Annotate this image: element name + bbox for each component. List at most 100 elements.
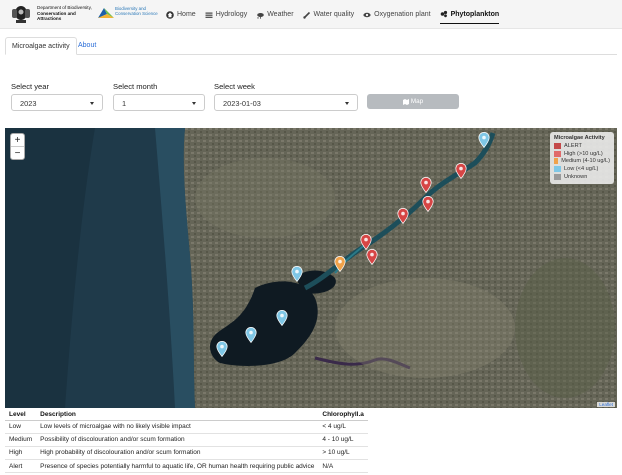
legend-swatch (554, 166, 561, 173)
hydrology-icon (205, 12, 213, 18)
chevron-down-icon (192, 102, 196, 105)
wa-government-crest-icon (12, 6, 30, 23)
nav-links: Home Hydrology Weather Water quality Oxy… (166, 0, 508, 29)
home-icon (166, 10, 174, 19)
month-select-label: Select month (113, 82, 158, 91)
nav-hydrology-label: Hydrology (215, 11, 248, 18)
phytoplankton-icon (440, 10, 447, 18)
month-select-value: 1 (122, 99, 127, 108)
map-legend: Microalgae Activity ALERT High (>10 ug/L… (550, 132, 614, 184)
map-marker-medium[interactable] (334, 256, 346, 273)
zoom-in-button[interactable]: + (11, 134, 24, 147)
nav-water-quality-label: Water quality (313, 11, 355, 18)
map-pin-icon (276, 310, 288, 327)
table-cell: N/A (318, 459, 368, 474)
table-header-description: Description (36, 409, 319, 421)
legend-swatch (554, 142, 561, 149)
tab-microalgae-activity[interactable]: Microalgae activity (5, 37, 77, 55)
weather-icon (257, 12, 265, 19)
map-pin-icon (397, 208, 409, 225)
map-button[interactable]: Map (367, 94, 459, 109)
legend-swatch (554, 174, 561, 181)
legend-item-low: Low (<4 ug/L) (554, 165, 610, 173)
legend-label: High (>10 ug/L) (564, 150, 603, 157)
year-select-value: 2023 (20, 99, 37, 108)
map-pin-icon (422, 196, 434, 213)
year-select[interactable]: 2023 (11, 94, 103, 111)
nav-hydrology[interactable]: Hydrology (205, 0, 248, 29)
nav-home-label: Home (177, 11, 196, 18)
levels-table: Level Description Chlorophyll.a Low Low … (5, 409, 368, 474)
legend-item-medium: Medium (4-10 ug/L) (554, 158, 610, 166)
map-pin-icon (334, 256, 346, 273)
map-pin-icon (360, 234, 372, 251)
table-header-chlorophyll: Chlorophyll.a (318, 409, 368, 421)
map-button-label: Map (410, 98, 424, 105)
table-cell: 4 - 10 ug/L (318, 433, 368, 447)
table-header-level: Level (5, 409, 37, 421)
week-select[interactable]: 2023-01-03 (214, 94, 358, 111)
legend-title: Microalgae Activity (554, 135, 605, 141)
table-cell: < 4 ug/L (318, 420, 368, 434)
nav-phytoplankton[interactable]: Phytoplankton (439, 6, 500, 24)
chevron-down-icon (345, 102, 349, 105)
bcs-logo-icon (98, 8, 114, 18)
nav-weather-label: Weather (267, 11, 294, 18)
week-select-value: 2023-01-03 (223, 99, 261, 108)
legend-swatch (554, 150, 561, 157)
table-cell: Alert (5, 459, 37, 474)
oxygenation-icon (363, 12, 371, 17)
water-quality-icon (302, 11, 310, 19)
map-marker-low[interactable] (276, 310, 288, 327)
department-name-line-1: Department of Biodiversity, (37, 5, 92, 10)
map-pin-icon (366, 249, 378, 266)
map-marker-low[interactable] (478, 132, 490, 149)
table-cell: Low (5, 420, 37, 434)
week-select-label: Select week (214, 82, 255, 91)
zoom-out-button[interactable]: − (11, 147, 24, 160)
year-select-label: Select year (11, 82, 49, 91)
map-pin-icon (245, 327, 257, 344)
map-marker-high[interactable] (422, 196, 434, 213)
tab-about[interactable]: About (72, 37, 102, 55)
nav-water-quality[interactable]: Water quality (302, 0, 355, 29)
department-name-line-2: Conservation and Attractions (37, 10, 76, 22)
table-row: Alert Presence of species potentially ha… (5, 459, 368, 474)
legend-item-alert: ALERT (554, 142, 610, 150)
nav-weather[interactable]: Weather (256, 0, 294, 29)
map-marker-high[interactable] (397, 208, 409, 225)
satellite-map[interactable]: + − Microalgae Activity ALERT High (>10 … (5, 128, 617, 408)
legend-item-high: High (>10 ug/L) (554, 150, 610, 158)
map-attribution[interactable]: Leaflet (597, 402, 615, 407)
legend-swatch (554, 158, 559, 165)
map-pin-icon (216, 341, 228, 358)
map-marker-low[interactable] (291, 266, 303, 283)
nav-oxygenation-plant[interactable]: Oxygenation plant (363, 0, 431, 29)
table-row: High High probability of discolouration … (5, 446, 368, 461)
map-marker-high[interactable] (366, 249, 378, 266)
map-marker-high[interactable] (455, 163, 467, 180)
month-select[interactable]: 1 (113, 94, 205, 111)
legend-label: Unknown (564, 174, 588, 181)
map-marker-low[interactable] (245, 327, 257, 344)
table-row: Medium Possibility of discolouration and… (5, 433, 368, 447)
legend-label: Low (<4 ug/L) (564, 166, 599, 173)
table-cell: > 10 ug/L (318, 446, 368, 461)
map-background (5, 128, 617, 408)
nav-home[interactable]: Home (166, 0, 196, 29)
map-pin-icon (455, 163, 467, 180)
map-pin-icon (291, 266, 303, 283)
map-pin-icon (420, 177, 432, 194)
table-cell: High (5, 446, 37, 461)
legend-item-unknown: Unknown (554, 173, 610, 181)
legend-label: Medium (4-10 ug/L) (561, 158, 610, 165)
nav-phytoplankton-label: Phytoplankton (450, 10, 500, 18)
table-cell: Medium (5, 433, 37, 447)
chevron-down-icon (90, 102, 94, 105)
top-navbar: Department of Biodiversity, Conservation… (0, 0, 622, 29)
map-icon (402, 98, 409, 105)
nav-oxygenation-plant-label: Oxygenation plant (374, 11, 431, 18)
map-marker-high[interactable] (420, 177, 432, 194)
map-marker-high[interactable] (360, 234, 372, 251)
map-marker-low[interactable] (216, 341, 228, 358)
